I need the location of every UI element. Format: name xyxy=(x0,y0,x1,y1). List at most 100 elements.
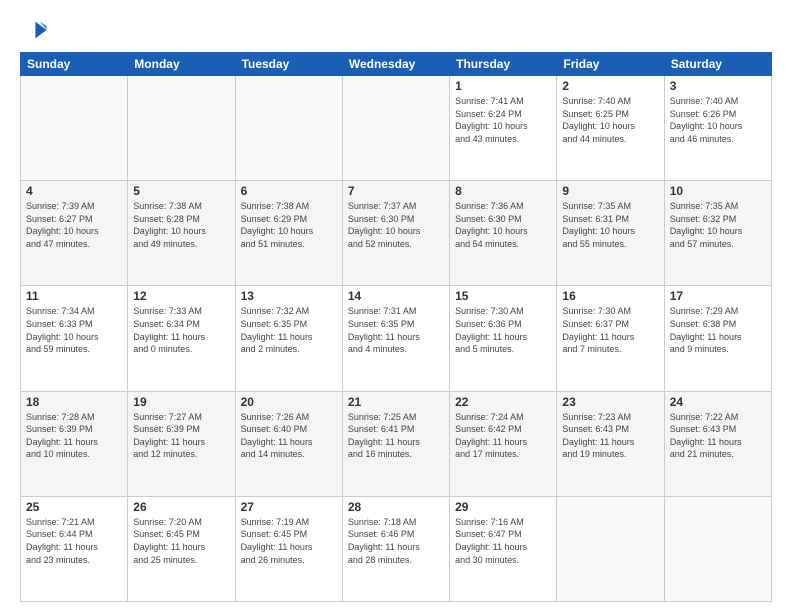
calendar-header-tuesday: Tuesday xyxy=(235,53,342,76)
day-number: 5 xyxy=(133,184,229,198)
day-number: 7 xyxy=(348,184,444,198)
day-info: Sunrise: 7:36 AMSunset: 6:30 PMDaylight:… xyxy=(455,200,551,250)
calendar-week-2: 11Sunrise: 7:34 AMSunset: 6:33 PMDayligh… xyxy=(21,286,772,391)
calendar-cell: 15 Sunrise: 7:30 AMSunset: 6:36 PMDayligh… xyxy=(450,286,557,391)
day-info: Sunrise: 7:34 AMSunset: 6:33 PMDaylight:… xyxy=(26,305,122,355)
day-info: Sunrise: 7:39 AMSunset: 6:27 PMDaylight:… xyxy=(26,200,122,250)
day-info: Sunrise: 7:32 AMSunset: 6:35 PMDaylight:… xyxy=(241,305,337,355)
calendar-header-wednesday: Wednesday xyxy=(342,53,449,76)
day-number: 16 xyxy=(562,289,658,303)
calendar-cell: 5 Sunrise: 7:38 AMSunset: 6:28 PMDaylight… xyxy=(128,181,235,286)
calendar-week-1: 4 Sunrise: 7:39 AMSunset: 6:27 PMDaylight… xyxy=(21,181,772,286)
calendar-cell: 25 Sunrise: 7:21 AMSunset: 6:44 PMDayligh… xyxy=(21,496,128,601)
calendar-cell: 23Sunrise: 7:23 AMSunset: 6:43 PMDayligh… xyxy=(557,391,664,496)
day-info: Sunrise: 7:35 AMSunset: 6:31 PMDaylight:… xyxy=(562,200,658,250)
day-number: 25 xyxy=(26,500,122,514)
day-info: Sunrise: 7:30 AMSunset: 6:37 PMDaylight:… xyxy=(562,305,658,355)
day-info: Sunrise: 7:30 AMSunset: 6:36 PMDaylight:… xyxy=(455,305,551,355)
calendar-header-monday: Monday xyxy=(128,53,235,76)
calendar-cell: 20 Sunrise: 7:26 AMSunset: 6:40 PMDayligh… xyxy=(235,391,342,496)
day-number: 23 xyxy=(562,395,658,409)
day-number: 29 xyxy=(455,500,551,514)
day-info: Sunrise: 7:26 AMSunset: 6:40 PMDaylight:… xyxy=(241,411,337,461)
day-info: Sunrise: 7:37 AMSunset: 6:30 PMDaylight:… xyxy=(348,200,444,250)
day-info: Sunrise: 7:24 AMSunset: 6:42 PMDaylight:… xyxy=(455,411,551,461)
calendar-cell: 14 Sunrise: 7:31 AMSunset: 6:35 PMDayligh… xyxy=(342,286,449,391)
logo xyxy=(20,16,52,44)
day-info: Sunrise: 7:29 AMSunset: 6:38 PMDaylight:… xyxy=(670,305,766,355)
calendar-cell: 10 Sunrise: 7:35 AMSunset: 6:32 PMDayligh… xyxy=(664,181,771,286)
day-info: Sunrise: 7:16 AMSunset: 6:47 PMDaylight:… xyxy=(455,516,551,566)
day-number: 28 xyxy=(348,500,444,514)
day-info: Sunrise: 7:40 AMSunset: 6:25 PMDaylight:… xyxy=(562,95,658,145)
calendar-cell: 21Sunrise: 7:25 AMSunset: 6:41 PMDayligh… xyxy=(342,391,449,496)
calendar-week-3: 18 Sunrise: 7:28 AMSunset: 6:39 PMDayligh… xyxy=(21,391,772,496)
calendar-cell: 7 Sunrise: 7:37 AMSunset: 6:30 PMDaylight… xyxy=(342,181,449,286)
calendar-cell: 18 Sunrise: 7:28 AMSunset: 6:39 PMDayligh… xyxy=(21,391,128,496)
day-number: 26 xyxy=(133,500,229,514)
calendar-cell xyxy=(342,76,449,181)
day-number: 19 xyxy=(133,395,229,409)
calendar-cell: 4 Sunrise: 7:39 AMSunset: 6:27 PMDaylight… xyxy=(21,181,128,286)
calendar-cell xyxy=(235,76,342,181)
calendar-cell xyxy=(128,76,235,181)
day-info: Sunrise: 7:41 AMSunset: 6:24 PMDaylight:… xyxy=(455,95,551,145)
calendar-cell xyxy=(557,496,664,601)
logo-icon xyxy=(20,16,48,44)
calendar-cell: 11Sunrise: 7:34 AMSunset: 6:33 PMDayligh… xyxy=(21,286,128,391)
calendar-cell: 16 Sunrise: 7:30 AMSunset: 6:37 PMDayligh… xyxy=(557,286,664,391)
day-info: Sunrise: 7:19 AMSunset: 6:45 PMDaylight:… xyxy=(241,516,337,566)
day-number: 20 xyxy=(241,395,337,409)
calendar-cell: 1 Sunrise: 7:41 AMSunset: 6:24 PMDaylight… xyxy=(450,76,557,181)
calendar-cell xyxy=(21,76,128,181)
day-number: 8 xyxy=(455,184,551,198)
day-number: 1 xyxy=(455,79,551,93)
page: SundayMondayTuesdayWednesdayThursdayFrid… xyxy=(0,0,792,612)
day-info: Sunrise: 7:21 AMSunset: 6:44 PMDaylight:… xyxy=(26,516,122,566)
day-number: 14 xyxy=(348,289,444,303)
day-info: Sunrise: 7:22 AMSunset: 6:43 PMDaylight:… xyxy=(670,411,766,461)
day-number: 15 xyxy=(455,289,551,303)
day-number: 2 xyxy=(562,79,658,93)
calendar-header-row: SundayMondayTuesdayWednesdayThursdayFrid… xyxy=(21,53,772,76)
calendar-header-thursday: Thursday xyxy=(450,53,557,76)
day-number: 10 xyxy=(670,184,766,198)
calendar-cell: 19 Sunrise: 7:27 AMSunset: 6:39 PMDayligh… xyxy=(128,391,235,496)
day-number: 6 xyxy=(241,184,337,198)
calendar-cell: 26 Sunrise: 7:20 AMSunset: 6:45 PMDayligh… xyxy=(128,496,235,601)
calendar-cell: 28Sunrise: 7:18 AMSunset: 6:46 PMDayligh… xyxy=(342,496,449,601)
calendar-week-0: 1 Sunrise: 7:41 AMSunset: 6:24 PMDaylight… xyxy=(21,76,772,181)
calendar-cell: 8 Sunrise: 7:36 AMSunset: 6:30 PMDaylight… xyxy=(450,181,557,286)
day-info: Sunrise: 7:28 AMSunset: 6:39 PMDaylight:… xyxy=(26,411,122,461)
day-number: 17 xyxy=(670,289,766,303)
day-number: 3 xyxy=(670,79,766,93)
calendar-cell: 9 Sunrise: 7:35 AMSunset: 6:31 PMDaylight… xyxy=(557,181,664,286)
day-number: 27 xyxy=(241,500,337,514)
day-number: 21 xyxy=(348,395,444,409)
day-info: Sunrise: 7:27 AMSunset: 6:39 PMDaylight:… xyxy=(133,411,229,461)
day-info: Sunrise: 7:40 AMSunset: 6:26 PMDaylight:… xyxy=(670,95,766,145)
calendar-table: SundayMondayTuesdayWednesdayThursdayFrid… xyxy=(20,52,772,602)
day-number: 18 xyxy=(26,395,122,409)
day-info: Sunrise: 7:35 AMSunset: 6:32 PMDaylight:… xyxy=(670,200,766,250)
day-number: 13 xyxy=(241,289,337,303)
day-number: 4 xyxy=(26,184,122,198)
calendar-cell: 27 Sunrise: 7:19 AMSunset: 6:45 PMDayligh… xyxy=(235,496,342,601)
calendar-cell: 12 Sunrise: 7:33 AMSunset: 6:34 PMDayligh… xyxy=(128,286,235,391)
day-number: 12 xyxy=(133,289,229,303)
day-info: Sunrise: 7:38 AMSunset: 6:28 PMDaylight:… xyxy=(133,200,229,250)
calendar-cell: 2 Sunrise: 7:40 AMSunset: 6:25 PMDaylight… xyxy=(557,76,664,181)
header xyxy=(20,16,772,44)
day-info: Sunrise: 7:38 AMSunset: 6:29 PMDaylight:… xyxy=(241,200,337,250)
calendar-header-friday: Friday xyxy=(557,53,664,76)
day-info: Sunrise: 7:31 AMSunset: 6:35 PMDaylight:… xyxy=(348,305,444,355)
calendar-cell: 13 Sunrise: 7:32 AMSunset: 6:35 PMDayligh… xyxy=(235,286,342,391)
calendar-cell xyxy=(664,496,771,601)
calendar-cell: 29 Sunrise: 7:16 AMSunset: 6:47 PMDayligh… xyxy=(450,496,557,601)
day-info: Sunrise: 7:20 AMSunset: 6:45 PMDaylight:… xyxy=(133,516,229,566)
calendar-cell: 24Sunrise: 7:22 AMSunset: 6:43 PMDayligh… xyxy=(664,391,771,496)
calendar-cell: 17 Sunrise: 7:29 AMSunset: 6:38 PMDayligh… xyxy=(664,286,771,391)
day-number: 9 xyxy=(562,184,658,198)
calendar-cell: 3 Sunrise: 7:40 AMSunset: 6:26 PMDaylight… xyxy=(664,76,771,181)
day-info: Sunrise: 7:33 AMSunset: 6:34 PMDaylight:… xyxy=(133,305,229,355)
